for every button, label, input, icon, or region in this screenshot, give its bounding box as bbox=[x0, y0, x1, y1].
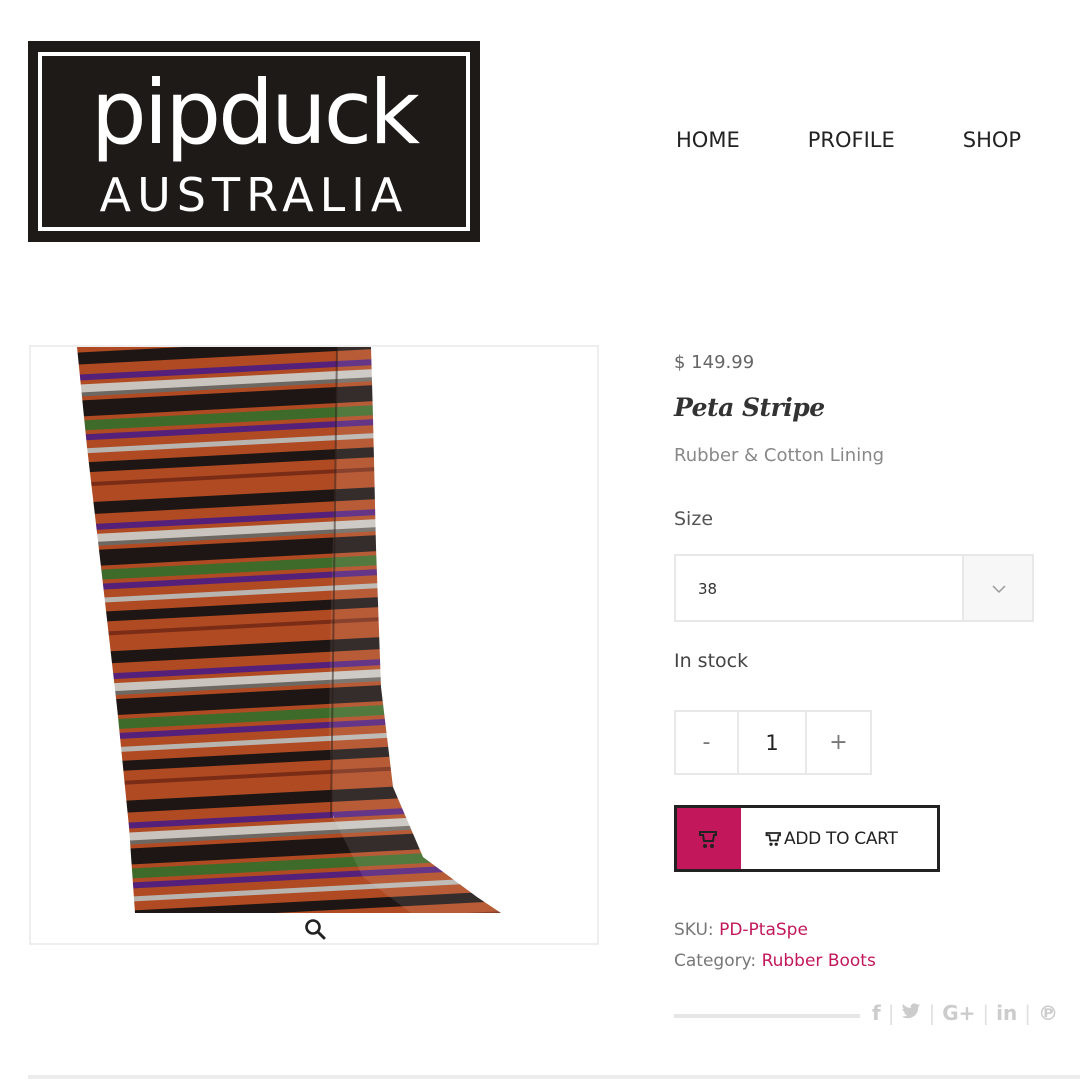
quantity-increase-button[interactable]: + bbox=[807, 712, 870, 773]
chevron-down-icon bbox=[992, 585, 1006, 594]
add-to-cart-label: ADD TO CART bbox=[784, 828, 898, 849]
category-link[interactable]: Rubber Boots bbox=[762, 951, 876, 971]
size-label: Size bbox=[674, 508, 714, 530]
size-select-value: 38 bbox=[698, 580, 718, 598]
product-subtitle: Rubber & Cotton Lining bbox=[674, 445, 885, 466]
site-logo[interactable]: pipduck AUSTRALIA bbox=[28, 41, 480, 242]
add-to-cart-button[interactable]: ADD TO CART bbox=[674, 805, 940, 872]
share-icons: f | | G+ | in | ℗ bbox=[866, 1001, 1064, 1025]
logo-wordmark: pipduck bbox=[90, 61, 420, 164]
nav-profile[interactable]: PROFILE bbox=[808, 128, 895, 152]
product-title: Peta Stripe bbox=[674, 393, 825, 422]
add-to-cart-label-wrap: ADD TO CART bbox=[741, 808, 937, 869]
footer-divider bbox=[28, 1075, 1080, 1079]
share-divider bbox=[674, 1014, 860, 1018]
main-nav: HOME PROFILE SHOP bbox=[676, 128, 1021, 152]
twitter-icon[interactable] bbox=[895, 1001, 927, 1025]
share-separator: | bbox=[887, 1001, 895, 1025]
facebook-icon[interactable]: f bbox=[866, 1001, 887, 1025]
product-category: Category: Rubber Boots bbox=[674, 951, 876, 971]
sku-value[interactable]: PD-PtaSpe bbox=[719, 920, 808, 940]
zoom-icon[interactable] bbox=[303, 917, 327, 941]
sku-label: SKU: bbox=[674, 920, 714, 940]
quantity-input[interactable] bbox=[739, 712, 807, 773]
quantity-stepper: - + bbox=[674, 710, 872, 775]
product-sku: SKU: PD-PtaSpe bbox=[674, 920, 808, 940]
share-separator: | bbox=[928, 1001, 936, 1025]
quantity-decrease-button[interactable]: - bbox=[676, 712, 739, 773]
cart-small-icon bbox=[765, 831, 781, 846]
stock-status: In stock bbox=[674, 650, 749, 672]
size-select-toggle[interactable] bbox=[962, 556, 1032, 620]
cart-icon-box bbox=[677, 808, 741, 869]
share-separator: | bbox=[1024, 1001, 1031, 1025]
nav-home[interactable]: HOME bbox=[676, 128, 740, 152]
pinterest-icon[interactable]: ℗ bbox=[1032, 1001, 1064, 1025]
google-plus-icon[interactable]: G+ bbox=[936, 1001, 981, 1025]
product-gallery[interactable] bbox=[29, 345, 599, 945]
nav-shop[interactable]: SHOP bbox=[963, 128, 1021, 152]
share-separator: | bbox=[982, 1001, 990, 1025]
linkedin-icon[interactable]: in bbox=[990, 1001, 1023, 1025]
logo-subtitle: AUSTRALIA bbox=[99, 168, 409, 222]
product-image bbox=[77, 347, 501, 913]
cart-icon bbox=[699, 830, 717, 848]
size-select[interactable]: 38 bbox=[674, 554, 1034, 622]
category-label: Category: bbox=[674, 951, 757, 971]
product-price: $ 149.99 bbox=[674, 352, 755, 373]
